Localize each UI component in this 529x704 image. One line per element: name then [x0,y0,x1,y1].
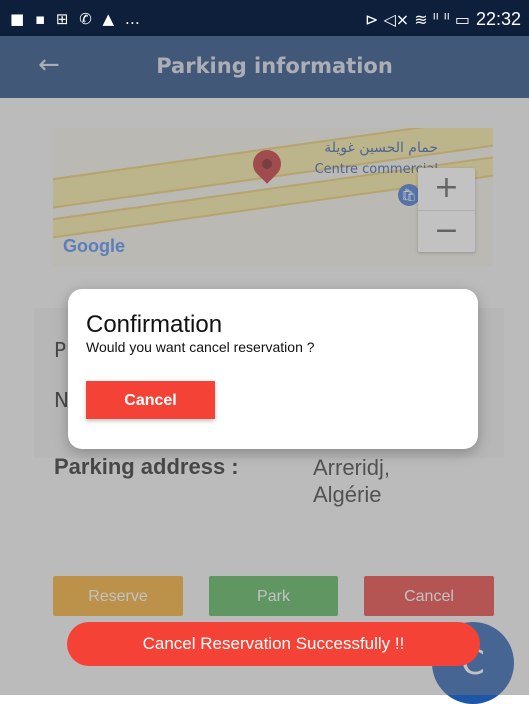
notification-icons: ■ ▪ ⊞ ✆ ▲ … [10,10,143,28]
status-bar: ■ ▪ ⊞ ✆ ▲ … ⊳ ◁× ≋ ᴵᴵ ᴵᴵ ▭ 22:32 [0,0,529,36]
system-icons: ⊳ ◁× ≋ ᴵᴵ ᴵᴵ ▭ 22:32 [365,9,521,30]
signal-icons: ⊳ ◁× ≋ ᴵᴵ ᴵᴵ ▭ [365,10,470,29]
clock: 22:32 [475,9,521,29]
confirmation-dialog: Confirmation Would you want cancel reser… [68,289,478,449]
dialog-message: Would you want cancel reservation ? [86,339,315,355]
dialog-title: Confirmation [86,311,223,338]
dialog-cancel-button[interactable]: Cancel [86,381,215,419]
toast-message: Cancel Reservation Successfully !! [67,622,480,666]
